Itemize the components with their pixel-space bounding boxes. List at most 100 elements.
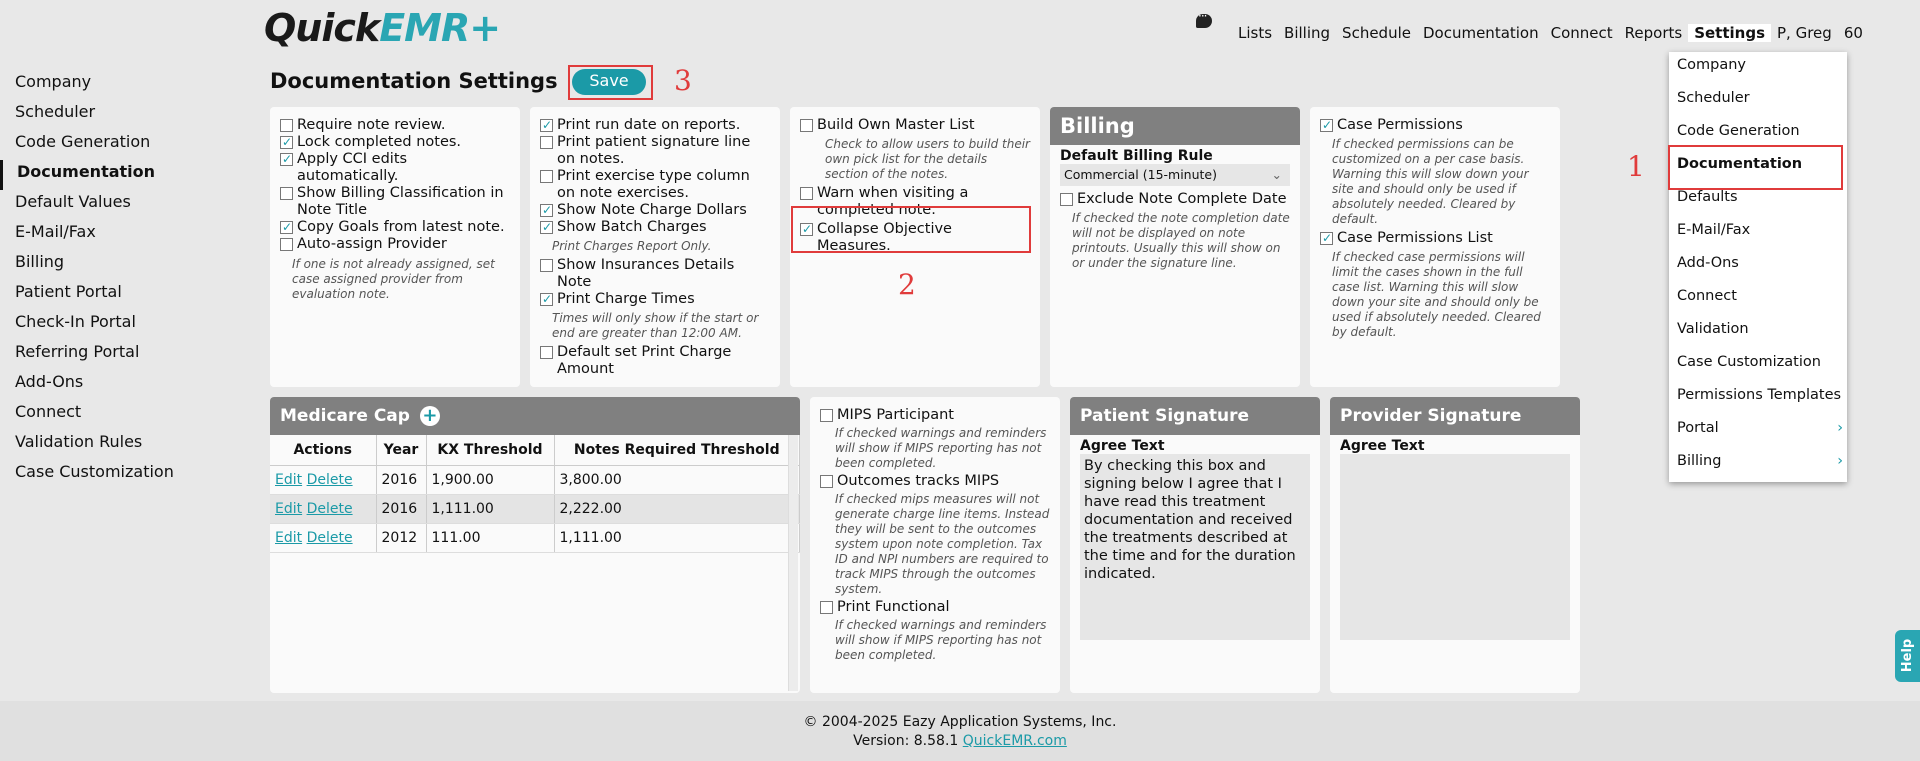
provider-agree-textarea[interactable] <box>1340 454 1570 640</box>
checkbox[interactable] <box>540 117 553 134</box>
sidebar-item-company[interactable]: Company <box>0 70 240 100</box>
opt-print-charge-times[interactable]: Print Charge Times <box>540 291 770 308</box>
checkbox[interactable] <box>1320 230 1333 247</box>
opt-lock-completed-notes[interactable]: Lock completed notes. <box>280 134 510 151</box>
opt-print-run-date[interactable]: Print run date on reports. <box>540 117 770 134</box>
opt-require-note-review[interactable]: Require note review. <box>280 117 510 134</box>
sidebar-item-add-ons[interactable]: Add-Ons <box>0 370 240 400</box>
checkbox[interactable] <box>280 134 293 151</box>
sidebar-item-email-fax[interactable]: E-Mail/Fax <box>0 220 240 250</box>
opt-auto-assign-provider[interactable]: Auto-assign Provider <box>280 236 510 253</box>
nav-settings[interactable]: Settings <box>1688 24 1772 42</box>
checkbox[interactable] <box>820 475 833 488</box>
checkbox[interactable] <box>280 219 293 236</box>
delete-link[interactable]: Delete <box>307 472 353 488</box>
opt-show-insurances-details[interactable]: Show Insurances Details Note <box>540 257 770 291</box>
menu-item-portal[interactable]: Portal › <box>1669 415 1847 448</box>
checkbox[interactable] <box>280 119 293 132</box>
checkbox[interactable] <box>540 136 553 149</box>
edit-link[interactable]: Edit <box>275 472 302 488</box>
checkbox[interactable] <box>540 259 553 272</box>
patient-agree-text-label: Agree Text <box>1080 438 1165 454</box>
opt-case-permissions-list[interactable]: Case Permissions List <box>1320 230 1550 247</box>
opt-copy-goals[interactable]: Copy Goals from latest note. <box>280 219 510 236</box>
nav-user[interactable]: P, Greg <box>1771 24 1838 42</box>
checkbox[interactable] <box>800 187 813 200</box>
delete-link[interactable]: Delete <box>307 501 353 517</box>
add-cap-icon[interactable]: + <box>419 406 440 426</box>
sidebar-item-validation-rules[interactable]: Validation Rules <box>0 430 240 460</box>
sidebar-item-connect[interactable]: Connect <box>0 400 240 430</box>
save-button[interactable]: Save <box>572 69 646 95</box>
checkbox[interactable] <box>1060 193 1073 206</box>
nav-lists[interactable]: Lists <box>1232 24 1278 42</box>
checkbox[interactable] <box>280 238 293 251</box>
charge-times-hint: Times will only show if the start or end… <box>552 311 759 340</box>
opt-apply-cci-edits[interactable]: Apply CCI edits automatically. <box>280 151 510 185</box>
menu-item-case-customization[interactable]: Case Customization <box>1669 349 1847 382</box>
checkbox[interactable] <box>820 601 833 614</box>
opt-show-billing-classification[interactable]: Show Billing Classification in Note Titl… <box>280 185 510 219</box>
checkbox[interactable] <box>280 187 293 200</box>
sidebar-item-scheduler[interactable]: Scheduler <box>0 100 240 130</box>
opt-show-note-charge-dollars[interactable]: Show Note Charge Dollars <box>540 202 770 219</box>
opt-case-permissions[interactable]: Case Permissions <box>1320 117 1550 134</box>
opt-default-print-charge-amount[interactable]: Default set Print Charge Amount <box>540 344 770 378</box>
checkbox[interactable] <box>280 151 293 168</box>
opt-print-exercise-type[interactable]: Print exercise type column on note exerc… <box>540 168 770 202</box>
checkbox[interactable] <box>540 202 553 219</box>
chat-icon[interactable] <box>1196 9 1212 28</box>
opt-print-patient-signature[interactable]: Print patient signature line on notes. <box>540 134 770 168</box>
menu-item-scheduler[interactable]: Scheduler <box>1669 85 1847 118</box>
checkbox[interactable] <box>540 219 553 236</box>
table-row: Edit Delete 2016 1,900.00 3,800.00 <box>270 465 800 495</box>
nav-count[interactable]: 60 <box>1838 24 1869 42</box>
opt-exclude-note-complete-date[interactable]: Exclude Note Complete Date <box>1060 191 1290 208</box>
edit-link[interactable]: Edit <box>275 530 302 546</box>
billing-rule-select[interactable]: Commercial (15-minute) ⌄ <box>1060 164 1290 186</box>
checkbox[interactable] <box>1320 117 1333 134</box>
nav-billing[interactable]: Billing <box>1278 24 1336 42</box>
checkbox[interactable] <box>800 119 813 132</box>
sidebar-item-code-generation[interactable]: Code Generation <box>0 130 240 160</box>
quickemr-logo[interactable]: QuickEMR+ <box>264 6 501 50</box>
cell-year: 2016 <box>376 465 427 495</box>
delete-link[interactable]: Delete <box>307 530 353 546</box>
opt-outcomes-tracks-mips[interactable]: Outcomes tracks MIPS <box>820 473 1050 490</box>
nav-schedule[interactable]: Schedule <box>1336 24 1417 42</box>
menu-item-connect[interactable]: Connect <box>1669 283 1847 316</box>
provider-signature-title: Provider Signature <box>1330 397 1580 435</box>
opt-build-own-master-list[interactable]: Build Own Master List <box>800 117 1030 134</box>
sidebar-item-documentation[interactable]: Documentation <box>0 160 240 190</box>
quickemr-link[interactable]: QuickEMR.com <box>963 733 1067 749</box>
sidebar-item-checkin-portal[interactable]: Check-In Portal <box>0 310 240 340</box>
checkbox[interactable] <box>540 170 553 183</box>
opt-print-functional[interactable]: Print Functional <box>820 599 1050 616</box>
col-header-actions: Actions <box>270 435 377 466</box>
menu-item-add-ons[interactable]: Add-Ons <box>1669 250 1847 283</box>
sidebar-item-default-values[interactable]: Default Values <box>0 190 240 220</box>
patient-agree-textarea[interactable]: By checking this box and signing below I… <box>1080 454 1310 640</box>
opt-show-batch-charges[interactable]: Show Batch Charges <box>540 219 770 236</box>
nav-connect[interactable]: Connect <box>1545 24 1619 42</box>
menu-item-email-fax[interactable]: E-Mail/Fax <box>1669 217 1847 250</box>
menu-item-company[interactable]: Company <box>1669 52 1847 85</box>
cell-notes: 3,800.00 <box>554 465 800 495</box>
sidebar-item-case-customization[interactable]: Case Customization <box>0 460 240 490</box>
sidebar-item-referring-portal[interactable]: Referring Portal <box>0 340 240 370</box>
nav-documentation[interactable]: Documentation <box>1417 24 1545 42</box>
menu-item-billing[interactable]: Billing › <box>1669 448 1847 481</box>
help-tab[interactable]: Help <box>1895 630 1920 682</box>
menu-item-permissions-templates[interactable]: Permissions Templates <box>1669 382 1847 415</box>
nav-reports[interactable]: Reports <box>1619 24 1689 42</box>
sidebar-item-patient-portal[interactable]: Patient Portal <box>0 280 240 310</box>
edit-link[interactable]: Edit <box>275 501 302 517</box>
sidebar-item-billing[interactable]: Billing <box>0 250 240 280</box>
cell-kx: 111.00 <box>426 523 555 553</box>
opt-mips-participant[interactable]: MIPS Participant <box>820 407 1050 424</box>
checkbox[interactable] <box>540 346 553 359</box>
table-scrollbar[interactable] <box>788 435 798 691</box>
checkbox[interactable] <box>540 291 553 308</box>
checkbox[interactable] <box>820 409 833 422</box>
menu-item-validation[interactable]: Validation <box>1669 316 1847 349</box>
